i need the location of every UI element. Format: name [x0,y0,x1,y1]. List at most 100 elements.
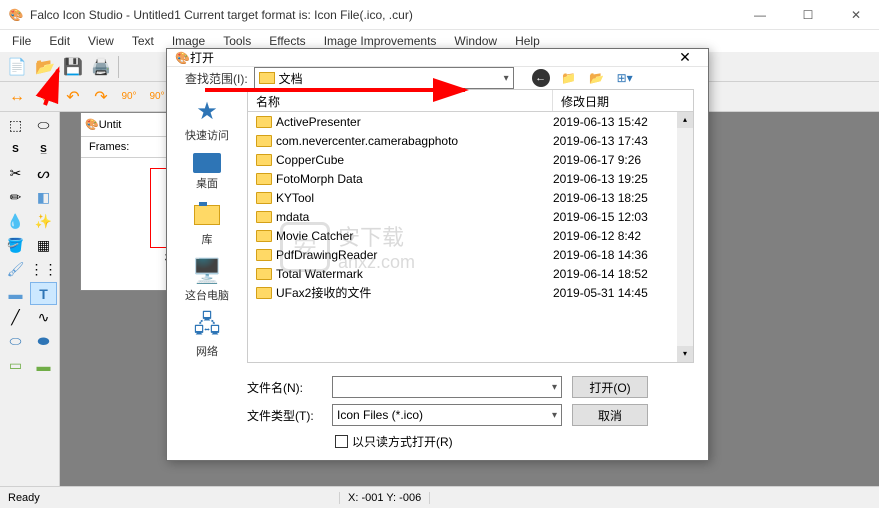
scroll-down-button[interactable]: ▾ [677,346,693,362]
dialog-title: 打开 [190,49,670,66]
close-button[interactable]: ✕ [841,8,871,22]
file-row[interactable]: mdata2019-06-15 12:03 [248,207,693,226]
file-name: PdfDrawingReader [276,248,553,262]
back-button[interactable]: ← [532,69,550,87]
place-pc[interactable]: 🖥️ 这台电脑 [172,253,242,307]
places-bar: ★ 快速访问 桌面 库 🖥️ 这台电脑 🖧 网络 [167,89,247,367]
dialog-icon: 🎨 [175,51,190,65]
select-text2-icon[interactable]: S̲ [30,138,57,161]
file-row[interactable]: com.nevercenter.camerabagphoto2019-06-13… [248,131,693,150]
file-row[interactable]: PdfDrawingReader2019-06-18 14:36 [248,245,693,264]
file-name: CopperCube [276,153,553,167]
folder-icon [256,249,272,261]
header-date[interactable]: 修改日期 [553,90,693,111]
file-date: 2019-06-14 18:52 [553,267,693,281]
gradient-icon[interactable]: ▦ [30,234,57,257]
dialog-close-button[interactable]: ✕ [670,49,700,66]
file-row[interactable]: FotoMorph Data2019-06-13 19:25 [248,169,693,188]
file-row[interactable]: CopperCube2019-06-17 9:26 [248,150,693,169]
window-title: Falco Icon Studio - Untitled1 Current ta… [30,8,745,22]
file-list[interactable]: ActivePresenter2019-06-13 15:42com.never… [248,112,693,362]
file-row[interactable]: KYTool2019-06-13 18:25 [248,188,693,207]
chevron-down-icon[interactable]: ▾ [504,73,509,84]
file-date: 2019-05-31 14:45 [553,286,693,300]
text-tool-icon[interactable]: T [30,282,57,305]
file-date: 2019-06-13 18:25 [553,191,693,205]
chevron-down-icon[interactable]: ▾ [552,410,557,421]
desktop-icon [193,153,221,173]
new-folder-button[interactable]: 📂 [588,69,606,87]
lookin-combo[interactable]: 文档 ▾ [254,67,514,89]
view-menu-button[interactable]: ⊞▾ [616,69,634,87]
menu-edit[interactable]: Edit [41,32,78,50]
eraser-icon[interactable]: ◧ [30,186,57,209]
scroll-up-button[interactable]: ▴ [677,112,693,128]
place-desktop[interactable]: 桌面 [172,149,242,195]
scrollbar[interactable]: ▴ ▾ [677,112,693,362]
rotate-left-button[interactable]: ↶ [60,84,86,110]
file-row[interactable]: UFax2接收的文件2019-05-31 14:45 [248,283,693,302]
header-name[interactable]: 名称 [248,90,553,111]
doc-icon: 🎨 [85,118,99,131]
menu-file[interactable]: File [4,32,39,50]
file-row[interactable]: Movie Catcher2019-06-12 8:42 [248,226,693,245]
ellipse-fill-icon[interactable]: ⬬ [30,330,57,353]
pc-icon: 🖥️ [191,257,223,285]
file-row[interactable]: ActivePresenter2019-06-13 15:42 [248,112,693,131]
file-name: Total Watermark [276,267,553,281]
pencil-icon[interactable]: ✏ [2,186,29,209]
rotate-right-button[interactable]: ↷ [88,84,114,110]
doc-title: Untit [99,119,122,131]
flip-v-button[interactable]: ↕ [32,84,58,110]
place-network[interactable]: 🖧 网络 [172,309,242,363]
star-icon: ★ [191,97,223,125]
folder-icon [256,116,272,128]
minimize-button[interactable]: — [745,8,775,22]
spray-icon[interactable]: ⋮⋮ [30,258,57,281]
crop-icon[interactable]: ✂ [2,162,29,185]
filetype-combo[interactable]: Icon Files (*.ico) ▾ [332,404,562,426]
new-button[interactable]: 📄 [4,54,30,80]
rect-fill-icon[interactable]: ▬ [30,354,57,377]
select-ellipse-icon[interactable]: ⬭ [30,114,57,137]
flip-h-button[interactable]: ↔ [4,84,30,110]
readonly-checkbox[interactable] [335,435,348,448]
cancel-button[interactable]: 取消 [572,404,648,426]
maximize-button[interactable]: ☐ [793,8,823,22]
folder-icon [256,173,272,185]
open-button[interactable]: 打开(O) [572,376,648,398]
lookin-value: 文档 [279,70,303,87]
fill-icon[interactable]: 🪣 [2,234,29,257]
menu-text[interactable]: Text [124,32,162,50]
shape-rect-icon[interactable]: ▬ [2,282,29,305]
select-rect-icon[interactable]: ⬚ [2,114,29,137]
file-date: 2019-06-15 12:03 [553,210,693,224]
file-date: 2019-06-13 15:42 [553,115,693,129]
eyedropper-icon[interactable]: 💧 [2,210,29,233]
select-text-icon[interactable]: S [2,138,29,161]
rect-tool-icon[interactable]: ▭ [2,354,29,377]
menu-view[interactable]: View [80,32,122,50]
save-button[interactable]: 💾 [60,54,86,80]
line-icon[interactable]: ╱ [2,306,29,329]
curve-icon[interactable]: ∿ [30,306,57,329]
folder-icon [256,287,272,299]
toolbox: ⬚⬭ SS̲ ✂ᔕ ✏◧ 💧✨ 🪣▦ 🖌⋮⋮ ▬T ╱∿ ⬭⬬ ▭▬ [0,112,60,486]
dialog-titlebar[interactable]: 🎨 打开 ✕ [167,49,708,67]
statusbar: Ready X: -001 Y: -006 [0,486,879,508]
filename-input[interactable]: ▾ [332,376,562,398]
readonly-label: 以只读方式打开(R) [352,433,453,450]
open-button[interactable]: 📂 [32,54,58,80]
up-button[interactable]: 📁 [560,69,578,87]
chevron-down-icon[interactable]: ▾ [552,382,557,393]
print-button[interactable]: 🖨️ [88,54,114,80]
place-library[interactable]: 库 [172,197,242,251]
place-quick-access[interactable]: ★ 快速访问 [172,93,242,147]
ellipse-tool-icon[interactable]: ⬭ [2,330,29,353]
file-row[interactable]: Total Watermark2019-06-14 18:52 [248,264,693,283]
brush-icon[interactable]: 🖌 [2,258,29,281]
rotate-90-button[interactable]: 90° [116,84,142,110]
lasso-icon[interactable]: ᔕ [30,162,57,185]
wand-icon[interactable]: ✨ [30,210,57,233]
folder-icon [259,72,275,84]
